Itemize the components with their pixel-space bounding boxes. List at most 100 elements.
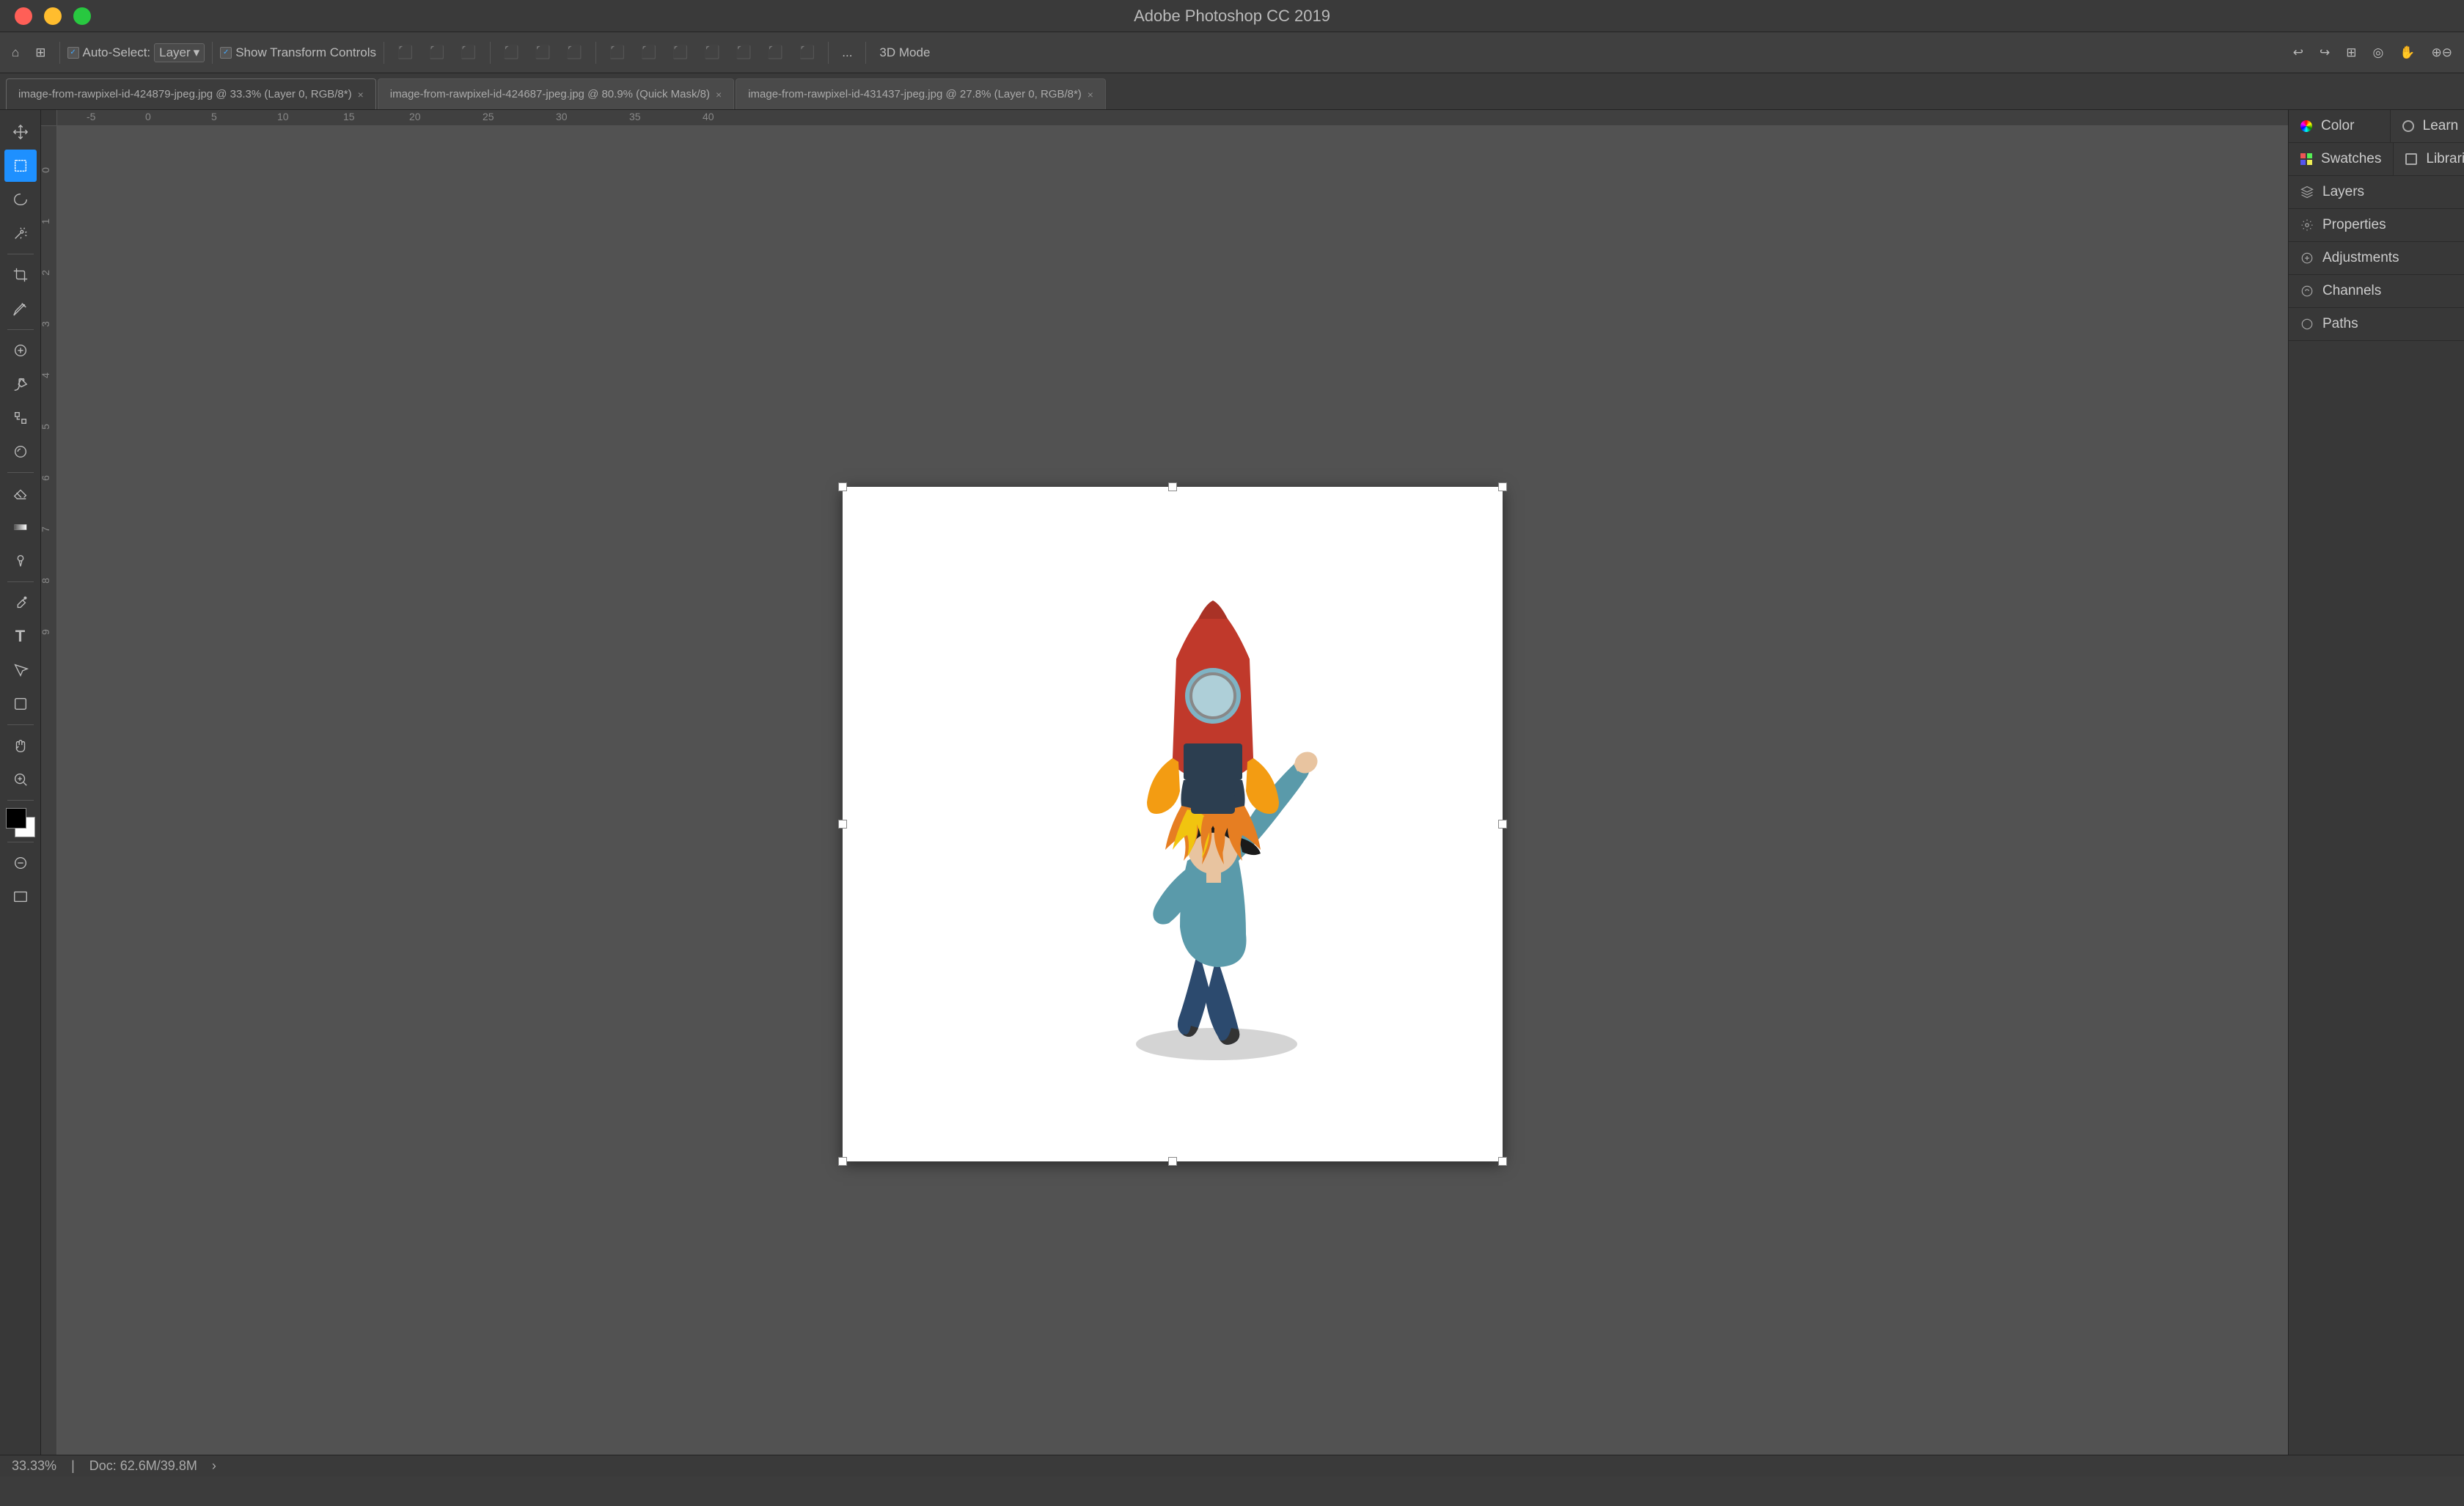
toolbar-sep-4: [490, 42, 491, 64]
handle-top-left[interactable]: [838, 482, 847, 491]
hand-toolbar-btn[interactable]: ✋: [2394, 43, 2421, 63]
align-right-btn[interactable]: ⬛: [455, 43, 482, 63]
color-swatches[interactable]: [6, 808, 35, 837]
crop-tool[interactable]: [4, 259, 37, 291]
magic-wand-tool[interactable]: [4, 217, 37, 249]
ruler-top-marks: -5 0 5 10 15 20 25 30 35 40: [57, 110, 2288, 126]
arrange-btn[interactable]: ⊞: [2340, 43, 2362, 63]
undo-btn[interactable]: ↩: [2287, 43, 2309, 63]
selection-tool[interactable]: [4, 150, 37, 182]
svg-text:4: 4: [41, 372, 51, 378]
paths-section: Paths: [2289, 308, 2464, 341]
distribute-top-btn[interactable]: ⬛: [699, 43, 726, 63]
align-center-btn[interactable]: ⬛: [423, 43, 450, 63]
zoom-toolbar-icon: ⊕⊖: [2432, 45, 2453, 60]
distribute-middle-btn[interactable]: ⬛: [730, 43, 758, 63]
show-transform-checkbox[interactable]: ✓ Show Transform Controls: [220, 45, 376, 60]
tab-1-close[interactable]: ×: [358, 89, 364, 100]
healing-tool[interactable]: [4, 334, 37, 367]
color-section-header[interactable]: Color: [2289, 110, 2390, 142]
svg-text:3: 3: [41, 321, 51, 327]
toolbar-sep-1: [59, 42, 60, 64]
handle-middle-right[interactable]: [1498, 820, 1507, 829]
screen-mode-btn[interactable]: [4, 881, 37, 913]
paths-label: Paths: [2322, 316, 2358, 332]
workspace-btn[interactable]: ⊞: [29, 43, 51, 63]
tab-1[interactable]: image-from-rawpixel-id-424879-jpeg.jpg @…: [6, 78, 376, 109]
layers-section-header[interactable]: Layers: [2289, 176, 2464, 208]
more-btn[interactable]: ...: [836, 43, 858, 63]
target-btn[interactable]: ◎: [2366, 43, 2389, 63]
checkbox-icon: ✓: [67, 47, 79, 59]
brush-tool[interactable]: [4, 368, 37, 400]
tab-2[interactable]: image-from-rawpixel-id-424687-jpeg.jpg @…: [378, 78, 734, 109]
channels-label: Channels: [2322, 283, 2381, 299]
status-arrow[interactable]: ›: [212, 1458, 216, 1474]
adjustments-section-header[interactable]: Adjustments: [2289, 242, 2464, 274]
handle-top-right[interactable]: [1498, 482, 1507, 491]
color-label: Color: [2321, 118, 2354, 134]
shape-tool[interactable]: [4, 688, 37, 720]
hand-tool[interactable]: [4, 730, 37, 762]
dist-top-icon: ⬛: [705, 45, 720, 60]
eraser-tool[interactable]: [4, 477, 37, 510]
canvas-area[interactable]: [57, 126, 2288, 1455]
move-tool[interactable]: [4, 116, 37, 148]
handle-bottom-left[interactable]: [838, 1157, 847, 1166]
align-center-icon: ⬛: [429, 45, 444, 60]
paths-section-header[interactable]: Paths: [2289, 308, 2464, 340]
svg-text:40: 40: [703, 111, 714, 122]
3d-mode-btn[interactable]: 3D Mode: [873, 43, 936, 63]
home-button[interactable]: ⌂: [6, 43, 25, 63]
align-bottom-btn[interactable]: ⬛: [561, 43, 588, 63]
distribute-equal-btn[interactable]: ⬛: [793, 43, 821, 63]
hand-toolbar-icon: ✋: [2399, 45, 2415, 60]
libraries-section-header[interactable]: Libraries: [2394, 143, 2464, 175]
clone-stamp-tool[interactable]: [4, 402, 37, 434]
dodge-tool[interactable]: [4, 545, 37, 577]
foreground-color-swatch[interactable]: [6, 808, 26, 829]
distribute-right-btn[interactable]: ⬛: [667, 43, 694, 63]
handle-bottom-right[interactable]: [1498, 1157, 1507, 1166]
layers-label: Layers: [2322, 184, 2364, 200]
align-top-btn[interactable]: ⬛: [498, 43, 525, 63]
distribute-left-btn[interactable]: ⬛: [604, 43, 631, 63]
history-brush-tool[interactable]: [4, 436, 37, 468]
handle-bottom-center[interactable]: [1168, 1157, 1177, 1166]
handle-top-center[interactable]: [1168, 482, 1177, 491]
minimize-button[interactable]: [44, 7, 62, 25]
learn-section-header[interactable]: Learn: [2391, 110, 2464, 142]
align-middle-btn[interactable]: ⬛: [529, 43, 557, 63]
align-left-btn[interactable]: ⬛: [392, 43, 419, 63]
gradient-tool[interactable]: [4, 511, 37, 543]
handle-middle-left[interactable]: [838, 820, 847, 829]
channels-section-header[interactable]: Channels: [2289, 275, 2464, 307]
layer-dropdown[interactable]: Layer ▾: [154, 43, 205, 62]
distribute-center-btn[interactable]: ⬛: [635, 43, 662, 63]
tool-sep-4: [7, 581, 34, 582]
swatches-section-header[interactable]: Swatches: [2289, 143, 2393, 175]
tab-2-close[interactable]: ×: [716, 89, 722, 100]
lasso-tool[interactable]: [4, 183, 37, 216]
auto-select-checkbox[interactable]: ✓ Auto-Select: Layer ▾: [67, 43, 205, 62]
adjustments-label: Adjustments: [2322, 250, 2399, 266]
maximize-button[interactable]: [73, 7, 91, 25]
distribute-bottom-btn[interactable]: ⬛: [762, 43, 789, 63]
learn-icon: [2402, 120, 2414, 132]
align-top-icon: ⬛: [504, 45, 519, 60]
text-tool[interactable]: T: [4, 620, 37, 653]
close-button[interactable]: [15, 7, 32, 25]
zoom-tool[interactable]: [4, 763, 37, 796]
zoom-toolbar-btn[interactable]: ⊕⊖: [2426, 43, 2459, 63]
svg-text:5: 5: [41, 424, 51, 430]
properties-section-header[interactable]: Properties: [2289, 209, 2464, 241]
pen-tool[interactable]: [4, 587, 37, 619]
eyedropper-tool[interactable]: [4, 293, 37, 325]
redo-btn[interactable]: ↪: [2314, 43, 2336, 63]
dropdown-arrow: ▾: [194, 45, 200, 60]
canvas-document: [843, 487, 1503, 1161]
tab-3-close[interactable]: ×: [1088, 89, 1093, 100]
path-selection-tool[interactable]: [4, 654, 37, 686]
tab-3[interactable]: image-from-rawpixel-id-431437-jpeg.jpg @…: [736, 78, 1106, 109]
quick-mask-btn[interactable]: [4, 847, 37, 879]
